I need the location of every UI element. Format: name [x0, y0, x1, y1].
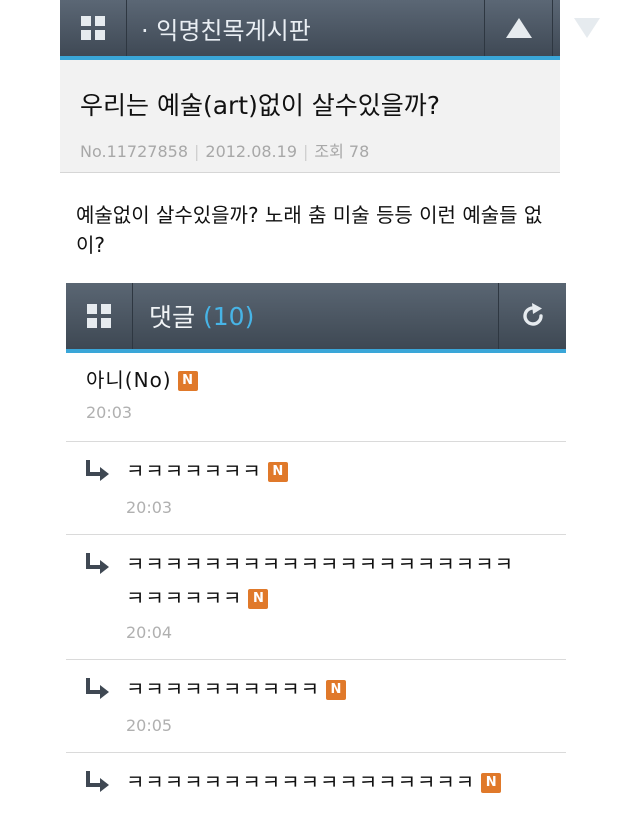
post-date: 2012.08.19 [205, 142, 297, 161]
comment-list: 아니(No) N 20:03 ㅋㅋㅋㅋㅋㅋㅋ N 20:03 ㅋㅋㅋㅋㅋㅋㅋㅋㅋㅋㅋ… [66, 353, 566, 813]
arrow-up-icon [506, 18, 532, 38]
new-badge-icon: N [248, 589, 269, 609]
previous-post-button[interactable] [484, 0, 553, 56]
reply-time: 20:05 [126, 716, 173, 735]
new-badge-icon: N [267, 462, 288, 482]
comment-time: 20:03 [86, 403, 133, 422]
reply-arrow-icon [86, 460, 109, 481]
post-header: 우리는 예술(art)없이 살수있을까? No.11727858 | 2012.08… [60, 60, 560, 173]
reply-text: ㅋㅋㅋㅋㅋㅋㅋㅋㅋㅋ [126, 677, 320, 701]
new-badge-icon: N [177, 371, 198, 391]
reply-text-wrap: ㅋㅋㅋㅋㅋㅋㅋ N [126, 456, 536, 486]
meta-divider: | [303, 142, 309, 161]
new-badge-icon: N [481, 773, 502, 793]
post-title: 우리는 예술(art)없이 살수있을까? [80, 91, 441, 120]
comment-item[interactable]: 아니(No) N 20:03 [66, 353, 566, 442]
menu-button[interactable] [60, 0, 127, 56]
post-meta: No.11727858 | 2012.08.19 | 조회 78 [80, 138, 369, 162]
grid-icon [81, 16, 105, 40]
reply-arrow-icon [86, 771, 109, 792]
comment-text: 아니(No) [86, 368, 172, 392]
reply-arrow-icon [86, 553, 109, 574]
grid-icon [87, 304, 111, 328]
reply-text-wrap: ㅋㅋㅋㅋㅋㅋㅋㅋㅋㅋ N [126, 674, 536, 704]
top-bar: · 익명친목게시판 [60, 0, 600, 60]
reply-text: ㅋㅋㅋㅋㅋㅋㅋ [126, 459, 262, 483]
comments-header: 댓글 (10) [66, 283, 566, 353]
comment-text-wrap: 아니(No) N [86, 365, 198, 395]
reply-text-line: ㅋㅋㅋㅋㅋㅋㅋㅋㅋㅋㅋㅋㅋㅋㅋㅋㅋㅋㅋㅋ [126, 552, 514, 576]
reply-text: ㅋㅋㅋㅋㅋㅋㅋㅋㅋㅋㅋㅋㅋㅋㅋㅋㅋㅋ [126, 770, 476, 794]
reply-text-wrap: ㅋㅋㅋㅋㅋㅋㅋㅋㅋㅋㅋㅋㅋㅋㅋㅋㅋㅋㅋㅋ ㅋㅋㅋㅋㅋㅋ N [126, 547, 536, 615]
arrow-down-icon [574, 18, 600, 38]
refresh-icon [523, 303, 543, 326]
comments-count: (10) [203, 301, 255, 331]
reply-arrow-icon [86, 678, 109, 699]
refresh-button[interactable] [498, 283, 567, 349]
reply-item[interactable]: ㅋㅋㅋㅋㅋㅋㅋㅋㅋㅋㅋㅋㅋㅋㅋㅋㅋㅋ N [66, 753, 566, 813]
comments-menu-button[interactable] [66, 283, 133, 349]
reply-time: 20:03 [126, 498, 173, 517]
reply-text-line: ㅋㅋㅋㅋㅋㅋ [126, 586, 243, 610]
reply-time: 20:04 [126, 623, 173, 642]
reply-text-wrap: ㅋㅋㅋㅋㅋㅋㅋㅋㅋㅋㅋㅋㅋㅋㅋㅋㅋㅋ N [126, 767, 566, 797]
board-title[interactable]: · 익명친목게시판 [127, 0, 483, 56]
post-body: 예술없이 살수있을까? 노래 춤 미술 등등 이런 예술들 없이? [76, 203, 543, 257]
post-views: 조회 78 [314, 142, 370, 161]
reply-item[interactable]: ㅋㅋㅋㅋㅋㅋㅋㅋㅋㅋㅋㅋㅋㅋㅋㅋㅋㅋㅋㅋ ㅋㅋㅋㅋㅋㅋ N 20:04 [66, 535, 566, 660]
reply-item[interactable]: ㅋㅋㅋㅋㅋㅋㅋ N 20:03 [66, 442, 566, 535]
reply-item[interactable]: ㅋㅋㅋㅋㅋㅋㅋㅋㅋㅋ N 20:05 [66, 660, 566, 753]
comments-label: 댓글 [149, 303, 196, 332]
next-post-button[interactable] [552, 0, 621, 56]
comments-title: 댓글 (10) [133, 283, 496, 349]
new-badge-icon: N [326, 680, 346, 700]
post-number: No.11727858 [80, 142, 188, 161]
meta-divider: | [194, 142, 200, 161]
